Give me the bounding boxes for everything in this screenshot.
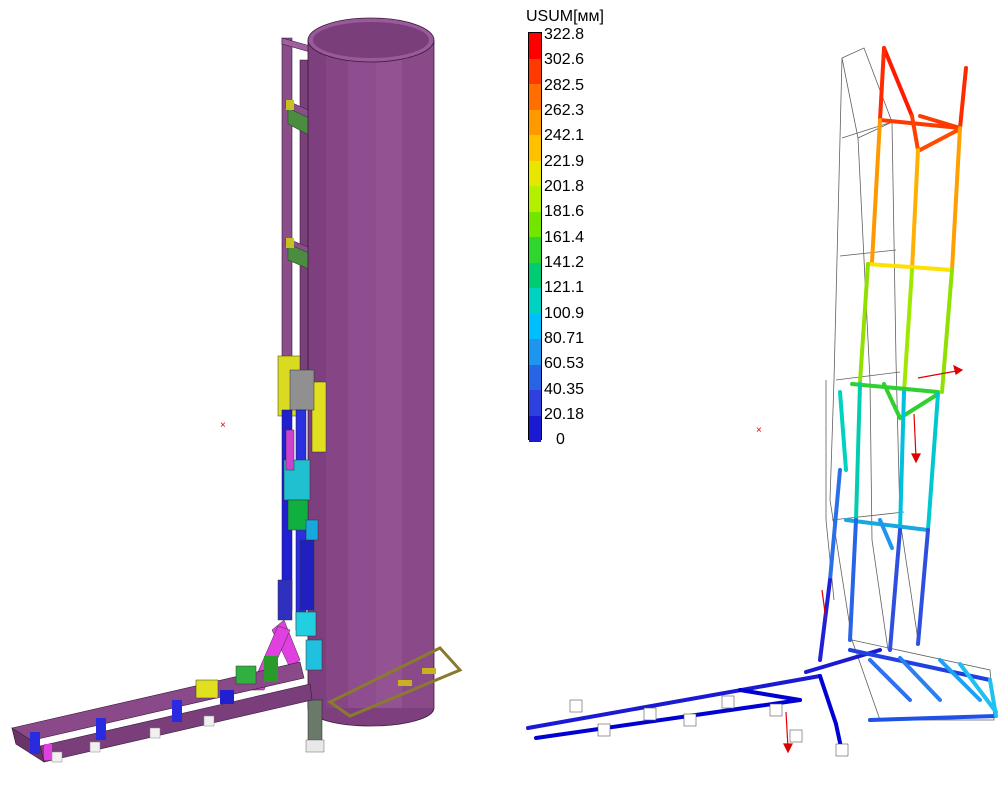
displacement-result-model xyxy=(526,46,998,757)
origin-marker-left: × xyxy=(220,420,226,431)
deformed-frame xyxy=(526,46,998,754)
base-skid xyxy=(11,656,313,763)
origin-marker-right: × xyxy=(756,425,762,436)
fea-viewport[interactable]: × USUM[мм] 322.8 302.6 282.5 262.3 242.1 221.… xyxy=(0,0,1008,797)
structure-geometry-model xyxy=(11,17,463,763)
tank-cylinder xyxy=(307,17,435,727)
